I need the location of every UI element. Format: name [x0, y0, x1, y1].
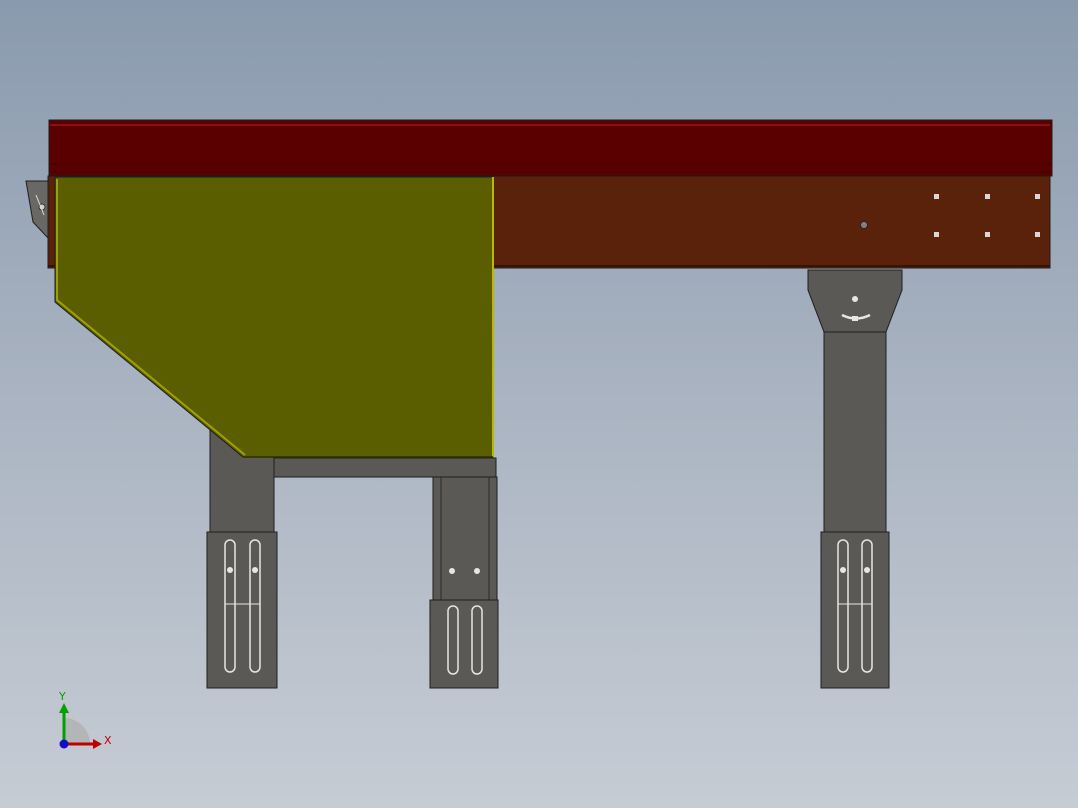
rail-bolt-hole [934, 232, 939, 237]
rail-bolt-hole [1035, 194, 1040, 199]
rail-bolt-hole [1035, 232, 1040, 237]
top-belt[interactable] [48, 119, 1053, 177]
triad-arc-icon [64, 718, 90, 744]
cad-viewport[interactable]: Y X [0, 0, 1078, 808]
rail-bolt-hole [860, 221, 868, 229]
left-end-bracket[interactable] [25, 180, 49, 240]
y-axis-label: Y [58, 690, 66, 703]
rail-bolt-hole [985, 232, 990, 237]
rail-bolt-hole [934, 194, 939, 199]
x-axis-label: X [104, 734, 112, 747]
z-axis-dot-icon [59, 739, 69, 749]
cross-beam[interactable] [273, 457, 497, 478]
guard-panel[interactable] [54, 176, 494, 458]
support-leg-left[interactable] [206, 429, 278, 689]
coordinate-triad[interactable]: Y X [58, 690, 112, 749]
support-leg-middle[interactable] [429, 476, 499, 689]
conveyor-model[interactable]: Y X [0, 0, 1078, 808]
rail-bolt-hole [985, 194, 990, 199]
support-leg-right[interactable] [807, 269, 903, 689]
